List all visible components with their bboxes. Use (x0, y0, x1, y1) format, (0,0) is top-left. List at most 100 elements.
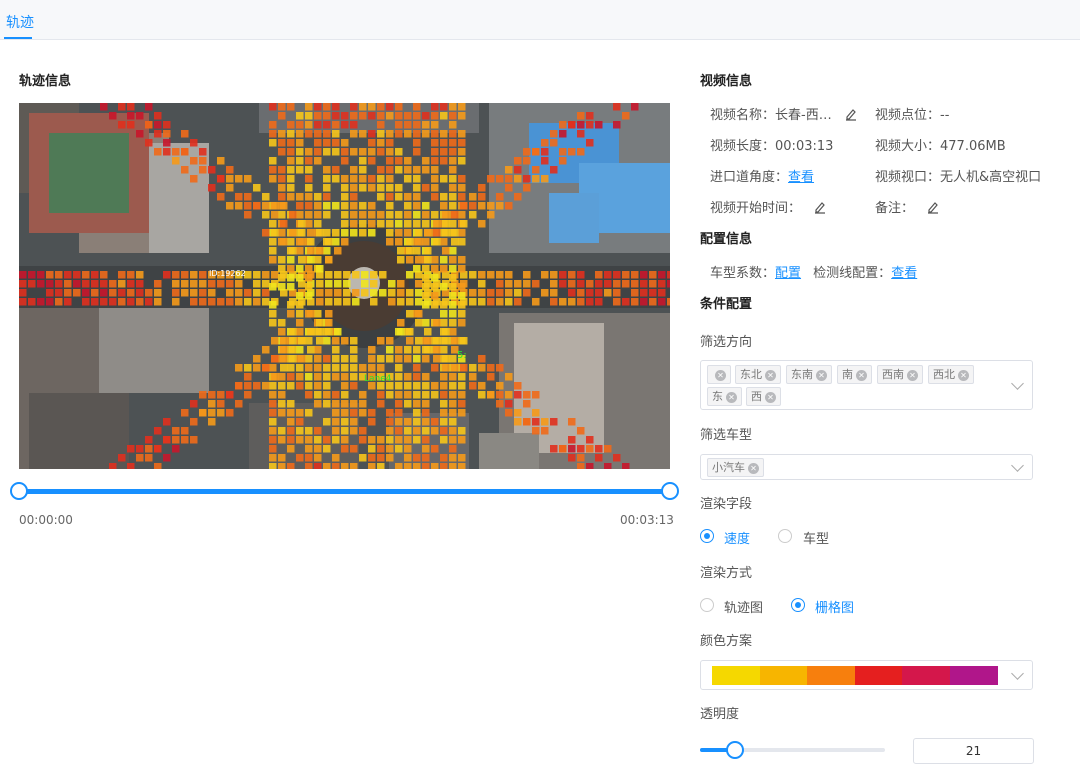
tag-close-icon[interactable]: ✕ (856, 370, 867, 381)
tag-close-icon[interactable]: ✕ (748, 463, 759, 474)
heatmap-cell (449, 463, 457, 469)
heatmap-cell (208, 298, 216, 306)
heatmap-cell (449, 193, 457, 201)
heatmap-cell (649, 271, 657, 279)
tag-close-icon[interactable]: ✕ (907, 370, 918, 381)
heatmap-cell (523, 148, 531, 156)
heatmap-cell (550, 271, 558, 279)
chevron-down-icon[interactable] (1011, 459, 1024, 472)
heatmap-cell (649, 280, 657, 288)
heatmap-cell (514, 166, 522, 174)
heatmap-cell (496, 193, 504, 201)
direction-tag[interactable]: 东南 ✕ (786, 365, 832, 384)
tag-close-icon[interactable]: ✕ (765, 392, 776, 403)
heatmap-cell (496, 400, 504, 408)
heatmap-cell (404, 211, 412, 219)
heatmap-cell (413, 220, 421, 228)
tab-trajectory[interactable]: 轨迹 (6, 12, 34, 32)
heatmap-cell (332, 121, 340, 129)
heatmap-cell (208, 184, 216, 192)
heatmap-cell (262, 289, 270, 297)
opacity-slider-handle[interactable] (726, 741, 744, 759)
opacity-input[interactable]: 21 (913, 738, 1034, 764)
detect-line-view-link[interactable]: 查看 (891, 266, 917, 281)
direction-tag[interactable]: ✕ (707, 365, 731, 384)
vehicle-coef-config-link[interactable]: 配置 (775, 266, 801, 281)
heatmap-cell (332, 238, 340, 246)
radio-vehicle-type[interactable] (778, 529, 792, 543)
heatmap-cell (341, 220, 349, 228)
direction-tag[interactable]: 东北 ✕ (735, 365, 781, 384)
heatmap-cell (613, 121, 621, 129)
vehicle-type-filter-label: 筛选车型 (700, 428, 753, 443)
vehicle-type-tag[interactable]: 小汽车 ✕ (707, 458, 764, 477)
radio-grid[interactable] (791, 598, 805, 612)
heatmap-cell (305, 391, 313, 399)
heatmap-cell (469, 202, 477, 210)
heatmap-cell (487, 289, 495, 297)
radio-vehicle-type-label[interactable]: 车型 (803, 528, 829, 547)
radio-speed[interactable] (700, 529, 714, 543)
heatmap-cell (413, 391, 421, 399)
heatmap-cell (377, 103, 385, 111)
radio-trajectory-label[interactable]: 轨迹图 (724, 597, 763, 616)
heatmap-cell (424, 337, 432, 345)
timeline-end-handle[interactable] (661, 482, 679, 500)
heatmap-cell (377, 436, 385, 444)
heatmap-cell (559, 148, 567, 156)
direction-tag[interactable]: 东 ✕ (707, 387, 742, 406)
timeline-start-handle[interactable] (10, 482, 28, 500)
radio-speed-label[interactable]: 速度 (724, 528, 750, 547)
heatmap-cell (352, 289, 360, 297)
heatmap-cell (91, 280, 99, 288)
direction-tag[interactable]: 西南 ✕ (877, 365, 923, 384)
heatmap-cell (449, 274, 457, 282)
heatmap-cell (386, 130, 394, 138)
edit-icon[interactable] (926, 200, 940, 214)
heatmap-cell (622, 271, 630, 279)
direction-select[interactable]: ✕ 东北 ✕ 东南 ✕ 南 ✕ 西南 ✕ 西北 ✕ 东 ✕ 西 ✕ (700, 360, 1033, 410)
chevron-down-icon[interactable] (1011, 667, 1024, 680)
heatmap-cell (145, 454, 153, 462)
heatmap-cell (316, 280, 324, 288)
heatmap-cell (298, 220, 306, 228)
video-timeline-slider[interactable] (19, 489, 670, 494)
heatmap-cell (172, 427, 180, 435)
tag-close-icon[interactable]: ✕ (715, 370, 726, 381)
heatmap-cell (280, 202, 288, 210)
radio-grid-label[interactable]: 栅格图 (815, 597, 854, 616)
heatmap-cell (431, 157, 439, 165)
heatmap-cell (431, 391, 439, 399)
heatmap-cell (440, 112, 448, 120)
heatmap-cell (415, 256, 423, 264)
heatmap-cell (127, 280, 135, 288)
tag-close-icon[interactable]: ✕ (765, 370, 776, 381)
direction-tag[interactable]: 西北 ✕ (928, 365, 974, 384)
entry-angle-view-link[interactable]: 查看 (788, 170, 814, 185)
tag-close-icon[interactable]: ✕ (958, 370, 969, 381)
edit-icon[interactable] (813, 200, 827, 214)
heatmap-cell (181, 436, 189, 444)
vehicle-type-select[interactable]: 小汽车 ✕ (700, 454, 1033, 480)
chevron-down-icon[interactable] (1011, 377, 1024, 390)
video-frame[interactable]: ID:19262 Lane4 5: (19, 103, 670, 469)
heatmap-cell (269, 238, 277, 246)
heatmap-cell (278, 130, 286, 138)
edit-icon[interactable] (844, 107, 858, 121)
heatmap-cell (181, 148, 189, 156)
heatmap-cell (296, 202, 304, 210)
heatmap-cell (163, 454, 171, 462)
heatmap-cell (287, 103, 295, 111)
radio-trajectory[interactable] (700, 598, 714, 612)
heatmap-cell (55, 280, 63, 288)
heatmap-cell (269, 364, 277, 372)
heatmap-cell (368, 130, 376, 138)
tag-close-icon[interactable]: ✕ (816, 370, 827, 381)
heatmap-cell (296, 364, 304, 372)
heatmap-cell (505, 184, 513, 192)
heatmap-cell (440, 418, 448, 426)
direction-tag[interactable]: 南 ✕ (837, 365, 872, 384)
direction-tag[interactable]: 西 ✕ (746, 387, 781, 406)
heatmap-cell (350, 373, 358, 381)
tag-close-icon[interactable]: ✕ (726, 392, 737, 403)
